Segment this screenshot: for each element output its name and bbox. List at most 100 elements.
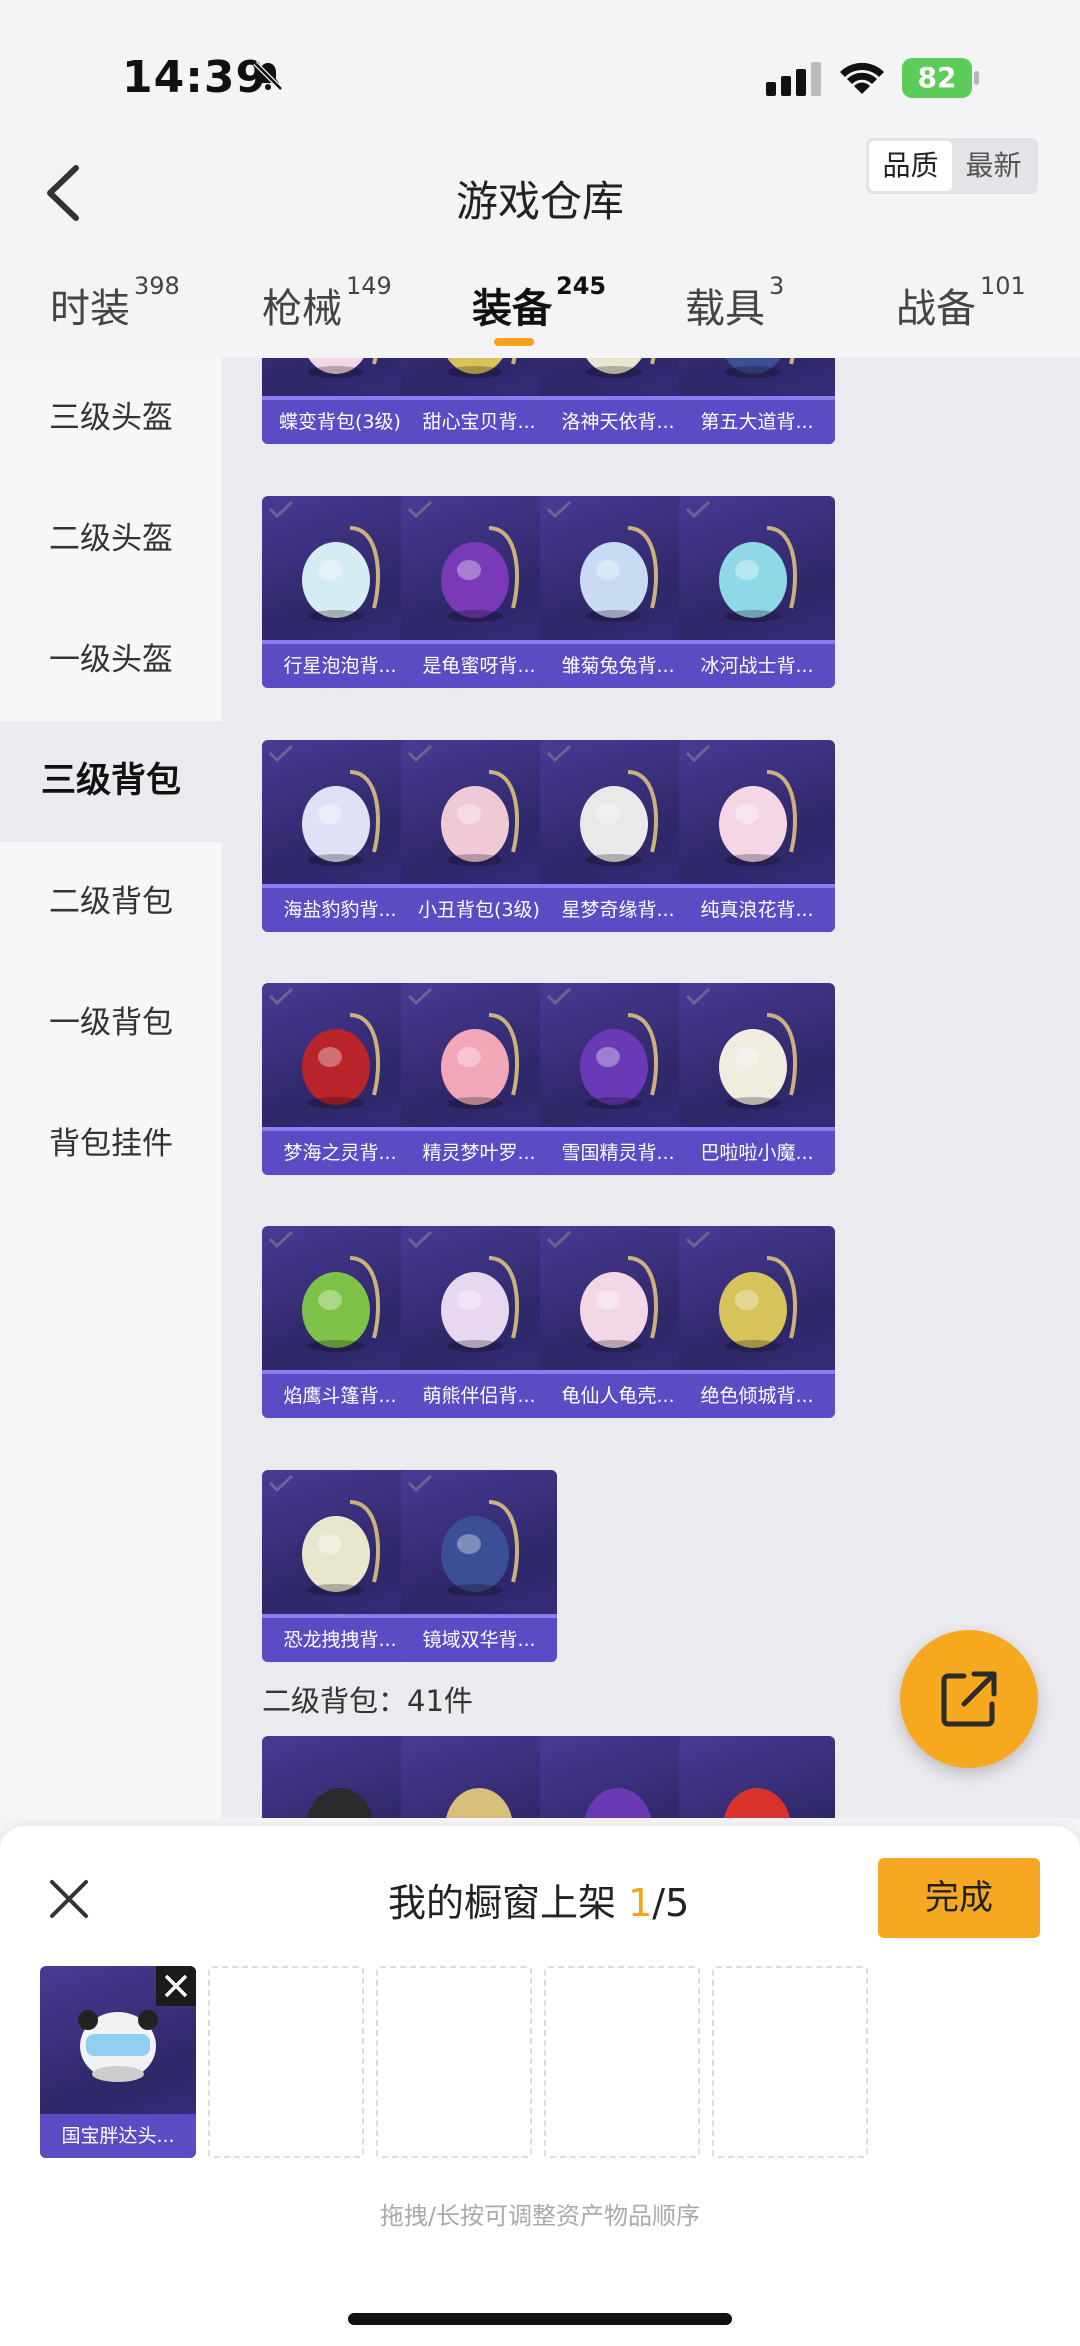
item-card[interactable]: 海盐豹豹背... xyxy=(262,740,418,932)
status-time: 14:39 xyxy=(122,52,268,103)
item-name: 雪国精灵背... xyxy=(540,1131,696,1175)
backpack-art xyxy=(308,358,378,378)
item-card[interactable]: 焰鹰斗篷背... xyxy=(262,1226,418,1418)
check-icon xyxy=(268,744,294,762)
backpack-art xyxy=(719,770,797,866)
sidebar-item-helmet-2[interactable]: 二级头盔 xyxy=(0,479,222,600)
item-card[interactable]: 绝色倾城背... xyxy=(679,1226,835,1418)
share-icon xyxy=(941,1671,997,1727)
item-card[interactable]: 是龟蜜呀背... xyxy=(401,496,557,688)
check-icon xyxy=(685,500,711,518)
check-icon xyxy=(546,1230,572,1248)
backpack-art xyxy=(441,1500,519,1596)
wifi-icon xyxy=(840,62,884,94)
item-card[interactable]: 梦海之灵背... xyxy=(262,983,418,1175)
item-name: 梦海之灵背... xyxy=(262,1131,418,1175)
item-card[interactable]: 行星泡泡背... xyxy=(262,496,418,688)
backpack-art xyxy=(302,526,380,622)
check-icon xyxy=(268,500,294,518)
item-name: 是龟蜜呀背... xyxy=(401,644,557,688)
item-card[interactable]: 蝶变背包(3级) xyxy=(262,358,418,444)
close-icon[interactable] xyxy=(46,1876,92,1922)
showcase-slot-empty[interactable] xyxy=(208,1966,364,2158)
item-name: 海盐豹豹背... xyxy=(262,888,418,932)
item-card[interactable] xyxy=(679,1736,835,1818)
check-icon xyxy=(407,1230,433,1248)
tab-fashion[interactable]: 时装 398 xyxy=(50,272,180,334)
item-card[interactable]: 精灵梦叶罗... xyxy=(401,983,557,1175)
remove-item-button[interactable] xyxy=(156,1966,196,2006)
sidebar-item-backpack-charm[interactable]: 背包挂件 xyxy=(0,1084,222,1205)
showcase-slot-empty[interactable] xyxy=(544,1966,700,2158)
item-name: 洛神天依背... xyxy=(540,400,696,444)
item-name: 星梦奇缘背... xyxy=(540,888,696,932)
backpack-art xyxy=(724,1788,790,1818)
showcase-slot-1[interactable]: 国宝胖达头... xyxy=(40,1966,196,2158)
battery-icon: 82 xyxy=(902,58,980,98)
slot-item-name: 国宝胖达头... xyxy=(40,2114,196,2158)
backpack-art xyxy=(302,770,380,866)
done-button[interactable]: 完成 xyxy=(878,1858,1040,1938)
item-card[interactable]: 雪国精灵背... xyxy=(540,983,696,1175)
item-card[interactable]: 恐龙拽拽背... xyxy=(262,1470,418,1662)
item-card[interactable] xyxy=(262,1736,418,1818)
item-card[interactable]: 冰河战士背... xyxy=(679,496,835,688)
backpack-art xyxy=(307,1788,373,1818)
check-icon xyxy=(546,500,572,518)
sort-option-newest[interactable]: 最新 xyxy=(952,141,1035,191)
check-icon xyxy=(546,744,572,762)
item-card[interactable]: 萌熊伴侣背... xyxy=(401,1226,557,1418)
sidebar-item-backpack-1[interactable]: 一级背包 xyxy=(0,963,222,1084)
check-icon xyxy=(407,987,433,1005)
section-label: 二级背包：41件 xyxy=(262,1684,473,1718)
sort-option-quality[interactable]: 品质 xyxy=(869,141,952,191)
item-name: 纯真浪花背... xyxy=(679,888,835,932)
item-name: 镜域双华背... xyxy=(401,1618,557,1662)
item-card[interactable]: 洛神天依背... xyxy=(540,358,696,444)
item-grid: 蝶变背包(3级) 甜心宝贝背... 洛神天依背... 第五大道背... 行星泡泡背...… xyxy=(222,358,1080,1818)
showcase-count-total: /5 xyxy=(652,1881,690,1925)
backpack-art xyxy=(580,1256,658,1352)
backpack-art xyxy=(447,358,517,378)
check-icon xyxy=(546,987,572,1005)
check-icon xyxy=(268,1474,294,1492)
item-card[interactable]: 甜心宝贝背... xyxy=(401,358,557,444)
item-name: 行星泡泡背... xyxy=(262,644,418,688)
item-card[interactable]: 龟仙人龟壳... xyxy=(540,1226,696,1418)
item-name: 龟仙人龟壳... xyxy=(540,1374,696,1418)
item-card[interactable]: 第五大道背... xyxy=(679,358,835,444)
tab-vehicles[interactable]: 载具 3 xyxy=(685,272,784,334)
home-indicator xyxy=(348,2313,732,2325)
item-card[interactable]: 巴啦啦小魔... xyxy=(679,983,835,1175)
backpack-art xyxy=(302,1256,380,1352)
backpack-art xyxy=(580,526,658,622)
sidebar-item-helmet-3[interactable]: 三级头盔 xyxy=(0,358,222,479)
showcase-slot-empty[interactable] xyxy=(376,1966,532,2158)
item-name: 蝶变背包(3级) xyxy=(262,400,418,444)
item-card[interactable] xyxy=(540,1736,696,1818)
item-card[interactable]: 小丑背包(3级) xyxy=(401,740,557,932)
item-card[interactable]: 雏菊兔兔背... xyxy=(540,496,696,688)
tab-equipment[interactable]: 装备 245 xyxy=(472,272,606,334)
item-card[interactable]: 镜域双华背... xyxy=(401,1470,557,1662)
bell-muted-icon xyxy=(253,61,283,91)
tab-guns[interactable]: 枪械 149 xyxy=(262,272,392,334)
sidebar-item-backpack-3[interactable]: 三级背包 xyxy=(0,721,222,842)
showcase-slot-empty[interactable] xyxy=(712,1966,868,2158)
sidebar-item-backpack-2[interactable]: 二级背包 xyxy=(0,842,222,963)
backpack-art xyxy=(719,526,797,622)
item-name: 第五大道背... xyxy=(679,400,835,444)
backpack-art xyxy=(725,358,795,378)
item-card[interactable] xyxy=(401,1736,557,1818)
item-card[interactable]: 纯真浪花背... xyxy=(679,740,835,932)
backpack-art xyxy=(585,1788,651,1818)
backpack-art xyxy=(302,1500,380,1596)
reorder-hint: 拖拽/长按可调整资产物品顺序 xyxy=(379,2202,701,2230)
sidebar-item-helmet-1[interactable]: 一级头盔 xyxy=(0,600,222,721)
share-button[interactable] xyxy=(900,1630,1038,1768)
showcase-sheet: 我的橱窗上架 1/5 完成 国宝胖达头... 拖拽/长按可调整资产物品顺序 xyxy=(0,1826,1080,2346)
tab-supplies[interactable]: 战备 101 xyxy=(896,272,1026,334)
item-name: 精灵梦叶罗... xyxy=(401,1131,557,1175)
backpack-art xyxy=(580,1013,658,1109)
item-card[interactable]: 星梦奇缘背... xyxy=(540,740,696,932)
